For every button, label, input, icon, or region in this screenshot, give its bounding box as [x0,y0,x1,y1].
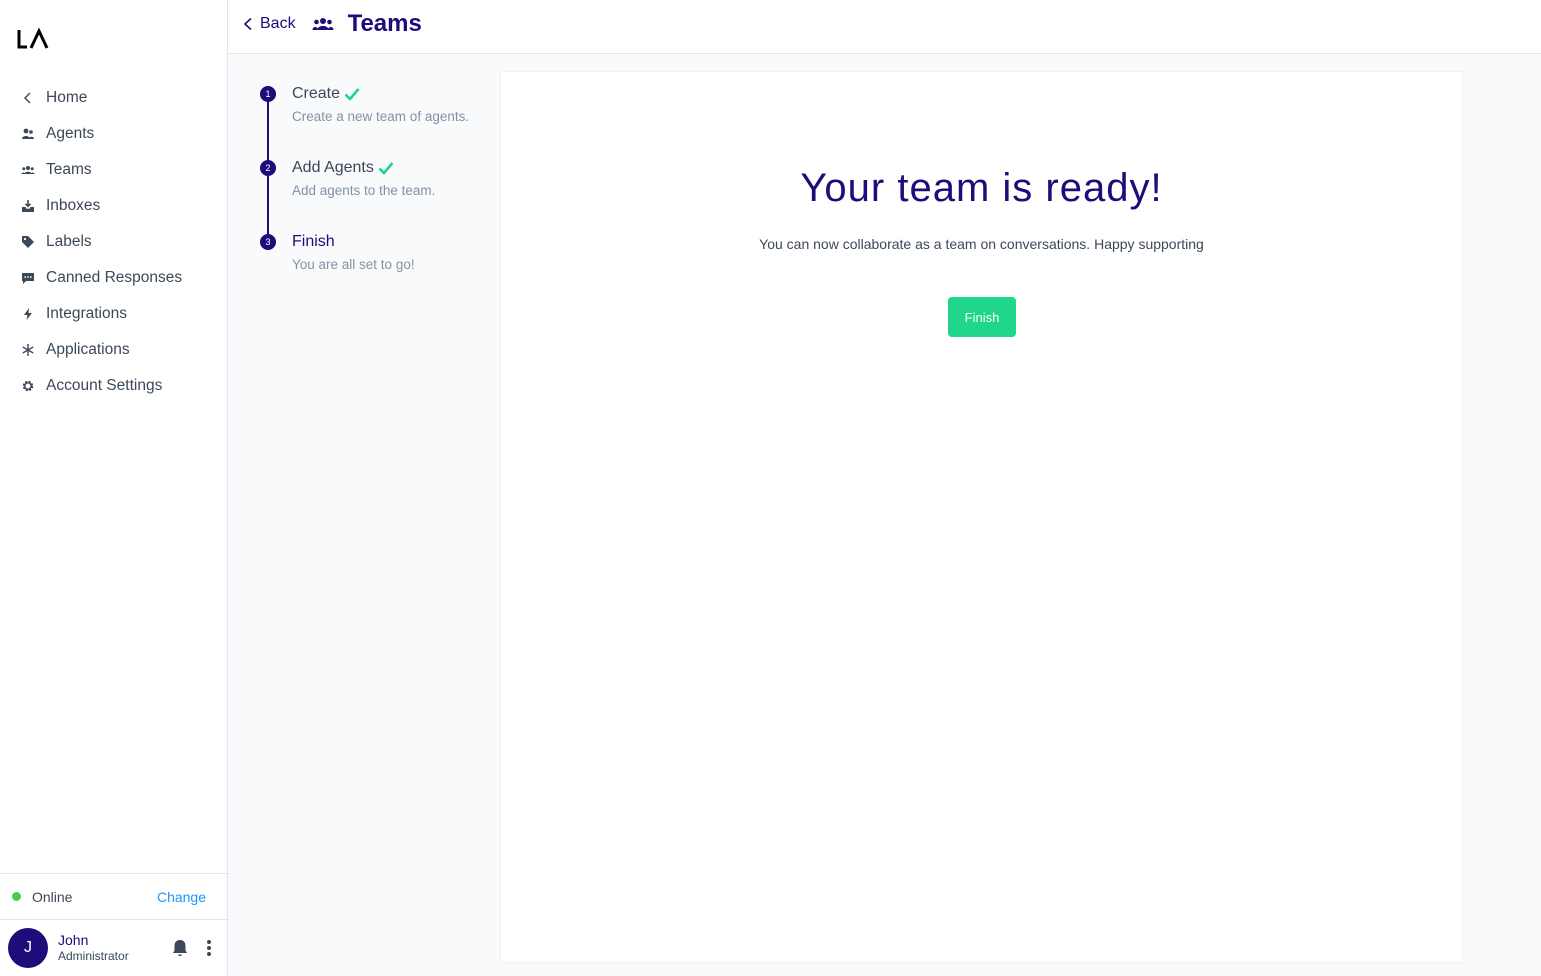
logo[interactable] [17,27,51,51]
step-title-text: Add Agents [292,159,374,176]
more-options-icon[interactable] [207,940,211,956]
sidebar-item-integrations[interactable]: Integrations [0,296,227,332]
sidebar-item-home[interactable]: Home [0,80,227,116]
back-button[interactable]: Back [242,15,296,33]
step-description: Create a new team of agents. [292,109,470,124]
profile-info[interactable]: John Administrator [58,931,171,965]
asterisk-icon [20,342,36,358]
finish-button[interactable]: Finish [948,297,1016,337]
step-number: 3 [260,234,276,250]
sidebar-nav: Home Agents Teams Inboxes Labels Canned … [0,80,227,404]
teams-icon [20,162,36,178]
page-header: Back Teams [228,0,1541,54]
sidebar-item-labels[interactable]: Labels [0,224,227,260]
team-ready-card: Your team is ready! You can now collabor… [500,71,1463,963]
sidebar-item-label: Agents [46,125,95,142]
sidebar-item-inboxes[interactable]: Inboxes [0,188,227,224]
step-title: Create [292,80,498,103]
check-icon [344,88,360,101]
profile-panel: J John Administrator [0,919,227,976]
sidebar-item-label: Applications [46,341,130,358]
sidebar-item-applications[interactable]: Applications [0,332,227,368]
flash-icon [20,306,36,322]
step-description: Add agents to the team. [292,183,436,198]
step-title-text: Create [292,85,341,102]
ready-title: Your team is ready! [800,166,1163,210]
chevron-left-icon [20,90,36,106]
sidebar-item-account-settings[interactable]: Account Settings [0,368,227,404]
profile-name: John [58,932,89,949]
sidebar-item-label: Inboxes [46,197,101,214]
sidebar-item-label: Account Settings [46,377,163,394]
page-title: Teams [347,9,422,37]
status-text: Online [32,888,73,905]
step-add-agents: 2 Add Agents Add agents to the team. [258,154,498,236]
avatar[interactable]: J [8,928,48,968]
bell-icon[interactable] [171,938,189,958]
sidebar: Home Agents Teams Inboxes Labels Canned … [0,0,228,976]
profile-role: Administrator [58,949,129,964]
check-icon [378,162,394,175]
teams-icon [312,17,334,30]
chevron-left-icon [243,17,252,30]
sidebar-item-label: Teams [46,161,92,178]
sidebar-item-label: Labels [46,233,92,250]
back-label: Back [260,14,296,32]
step-create: 1 Create Create a new team of agents. [258,80,498,162]
sidebar-item-teams[interactable]: Teams [0,152,227,188]
agents-icon [20,126,36,142]
sidebar-item-agents[interactable]: Agents [0,116,227,152]
step-title: Finish [292,228,498,251]
main-content: Back Teams 1 Create Create a new team of… [228,0,1541,976]
tag-icon [20,234,36,250]
availability-status: Online Change [0,873,227,919]
inbox-icon [20,198,36,214]
wizard-steps: 1 Create Create a new team of agents. 2 … [258,80,498,302]
step-title: Add Agents [292,154,498,177]
ready-subtitle: You can now collaborate as a team on con… [759,236,1204,252]
gear-icon [20,378,36,394]
change-status-link[interactable]: Change [157,889,206,905]
chat-icon [20,270,36,286]
status-dot [12,892,21,901]
sidebar-item-label: Canned Responses [46,269,183,286]
app: Home Agents Teams Inboxes Labels Canned … [0,0,1541,976]
step-title-text: Finish [292,233,335,250]
step-connector [267,102,269,162]
sidebar-item-label: Home [46,89,88,106]
sidebar-item-label: Integrations [46,305,127,322]
step-description: You are all set to go! [292,257,415,272]
step-finish: 3 Finish You are all set to go! [258,228,498,302]
sidebar-item-canned-responses[interactable]: Canned Responses [0,260,227,296]
step-number: 1 [260,86,276,102]
step-number: 2 [260,160,276,176]
step-connector [267,176,269,236]
